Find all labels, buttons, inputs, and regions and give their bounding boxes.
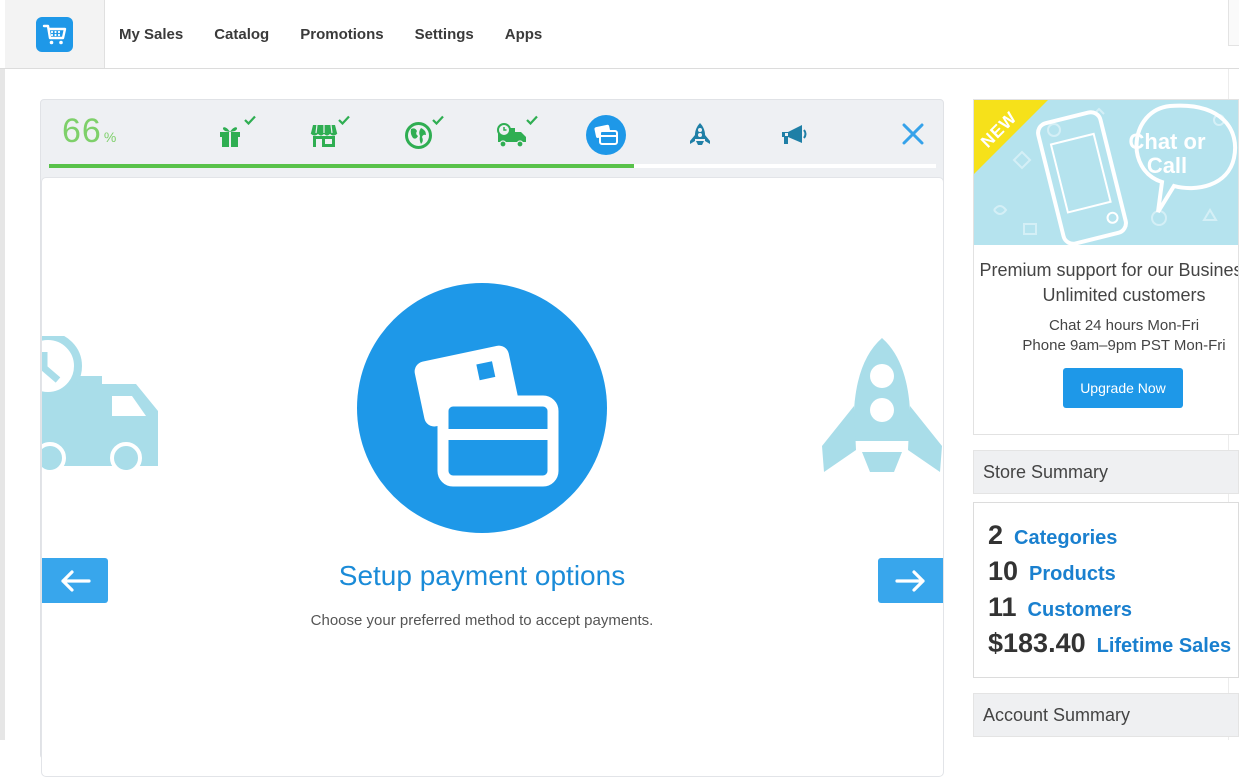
active-step-illustration [357,283,607,533]
nav-my-sales[interactable]: My Sales [119,26,183,43]
summary-row-products: 10 Products [988,556,1116,587]
wizard-step-panel: Setup payment options Choose your prefer… [41,177,944,777]
globe-icon [404,121,432,149]
step-store[interactable] [304,115,350,155]
wizard-progress-bar [49,164,936,168]
nav-promotions[interactable]: Promotions [300,26,383,43]
nav-apps[interactable]: Apps [505,26,543,43]
customers-count: 11 [988,592,1017,622]
completed-check-icon [526,115,538,125]
premium-support-promo: NEW Chat or Call Premium support for our… [973,99,1239,435]
nav-settings[interactable]: Settings [415,26,474,43]
logo-container[interactable] [5,0,105,68]
customers-link[interactable]: Customers [1028,599,1132,622]
promo-headline: Premium support for our Business & Unlim… [979,260,1238,305]
products-count: 10 [988,556,1019,586]
progress-value: 66 [62,112,102,150]
gift-icon [220,127,240,147]
store-logo-icon [36,16,73,52]
setup-wizard: 66% Setup payment options Choose your pr… [40,99,944,777]
chat-or-call-bubble-text: Chat or Call [1128,129,1206,178]
previous-step-truck-icon [42,336,158,474]
completed-check-icon [432,115,444,125]
products-link[interactable]: Products [1029,563,1116,586]
progress-symbol: % [103,129,118,145]
step-title: Setup payment options [338,560,626,591]
credit-card-icon [594,124,618,145]
delivery-truck-icon [497,123,526,148]
promo-chat-hours: Chat 24 hours Mon-Fri [1048,317,1200,334]
progress-percent: 66% [62,112,117,151]
top-navigation-bar: My Sales Catalog Promotions Settings App… [0,0,1239,69]
step-launch[interactable] [680,115,720,155]
account-summary-header: Account Summary [973,693,1239,737]
nav-catalog[interactable]: Catalog [214,26,269,43]
categories-count: 2 [988,520,1004,550]
step-payment-active[interactable] [586,115,626,155]
close-wizard-icon[interactable] [899,120,927,148]
summary-row-categories: 2 Categories [988,520,1117,551]
categories-link[interactable]: Categories [1014,527,1117,550]
rocket-icon [690,123,710,145]
summary-row-customers: 11 Customers [988,592,1132,623]
megaphone-icon [782,125,807,144]
completed-check-icon [338,115,350,125]
wizard-progress-fill [49,164,635,168]
step-shipping[interactable] [492,115,538,155]
topbar-scroll-edge [1228,0,1239,46]
lifetime-sales-link[interactable]: Lifetime Sales [1097,635,1232,658]
completed-check-icon [244,115,256,125]
step-gift[interactable] [210,115,256,155]
upgrade-now-button[interactable]: Upgrade Now [1063,368,1183,408]
next-step-rocket-icon [822,338,942,472]
summary-row-lifetime-sales: $183.40 Lifetime Sales [988,628,1231,659]
store-summary: 2 Categories 10 Products 11 Customers $1… [973,502,1239,678]
step-promote[interactable] [774,115,814,155]
promo-hours: Chat 24 hours Mon-Fri Phone 9am–9pm PST … [974,316,1238,356]
store-summary-header: Store Summary [973,450,1239,494]
promo-banner: NEW Chat or Call [974,100,1238,245]
step-globe[interactable] [398,115,444,155]
lifetime-sales-amount: $183.40 [988,628,1086,658]
step-description: Choose your preferred method to accept p… [310,612,654,629]
store-icon [310,124,338,147]
main-nav: My Sales Catalog Promotions Settings App… [119,0,573,68]
promo-phone-hours: Phone 9am–9pm PST Mon-Fri [1022,337,1226,354]
left-edge-strip [0,69,5,740]
large-credit-card-icon [414,345,559,487]
